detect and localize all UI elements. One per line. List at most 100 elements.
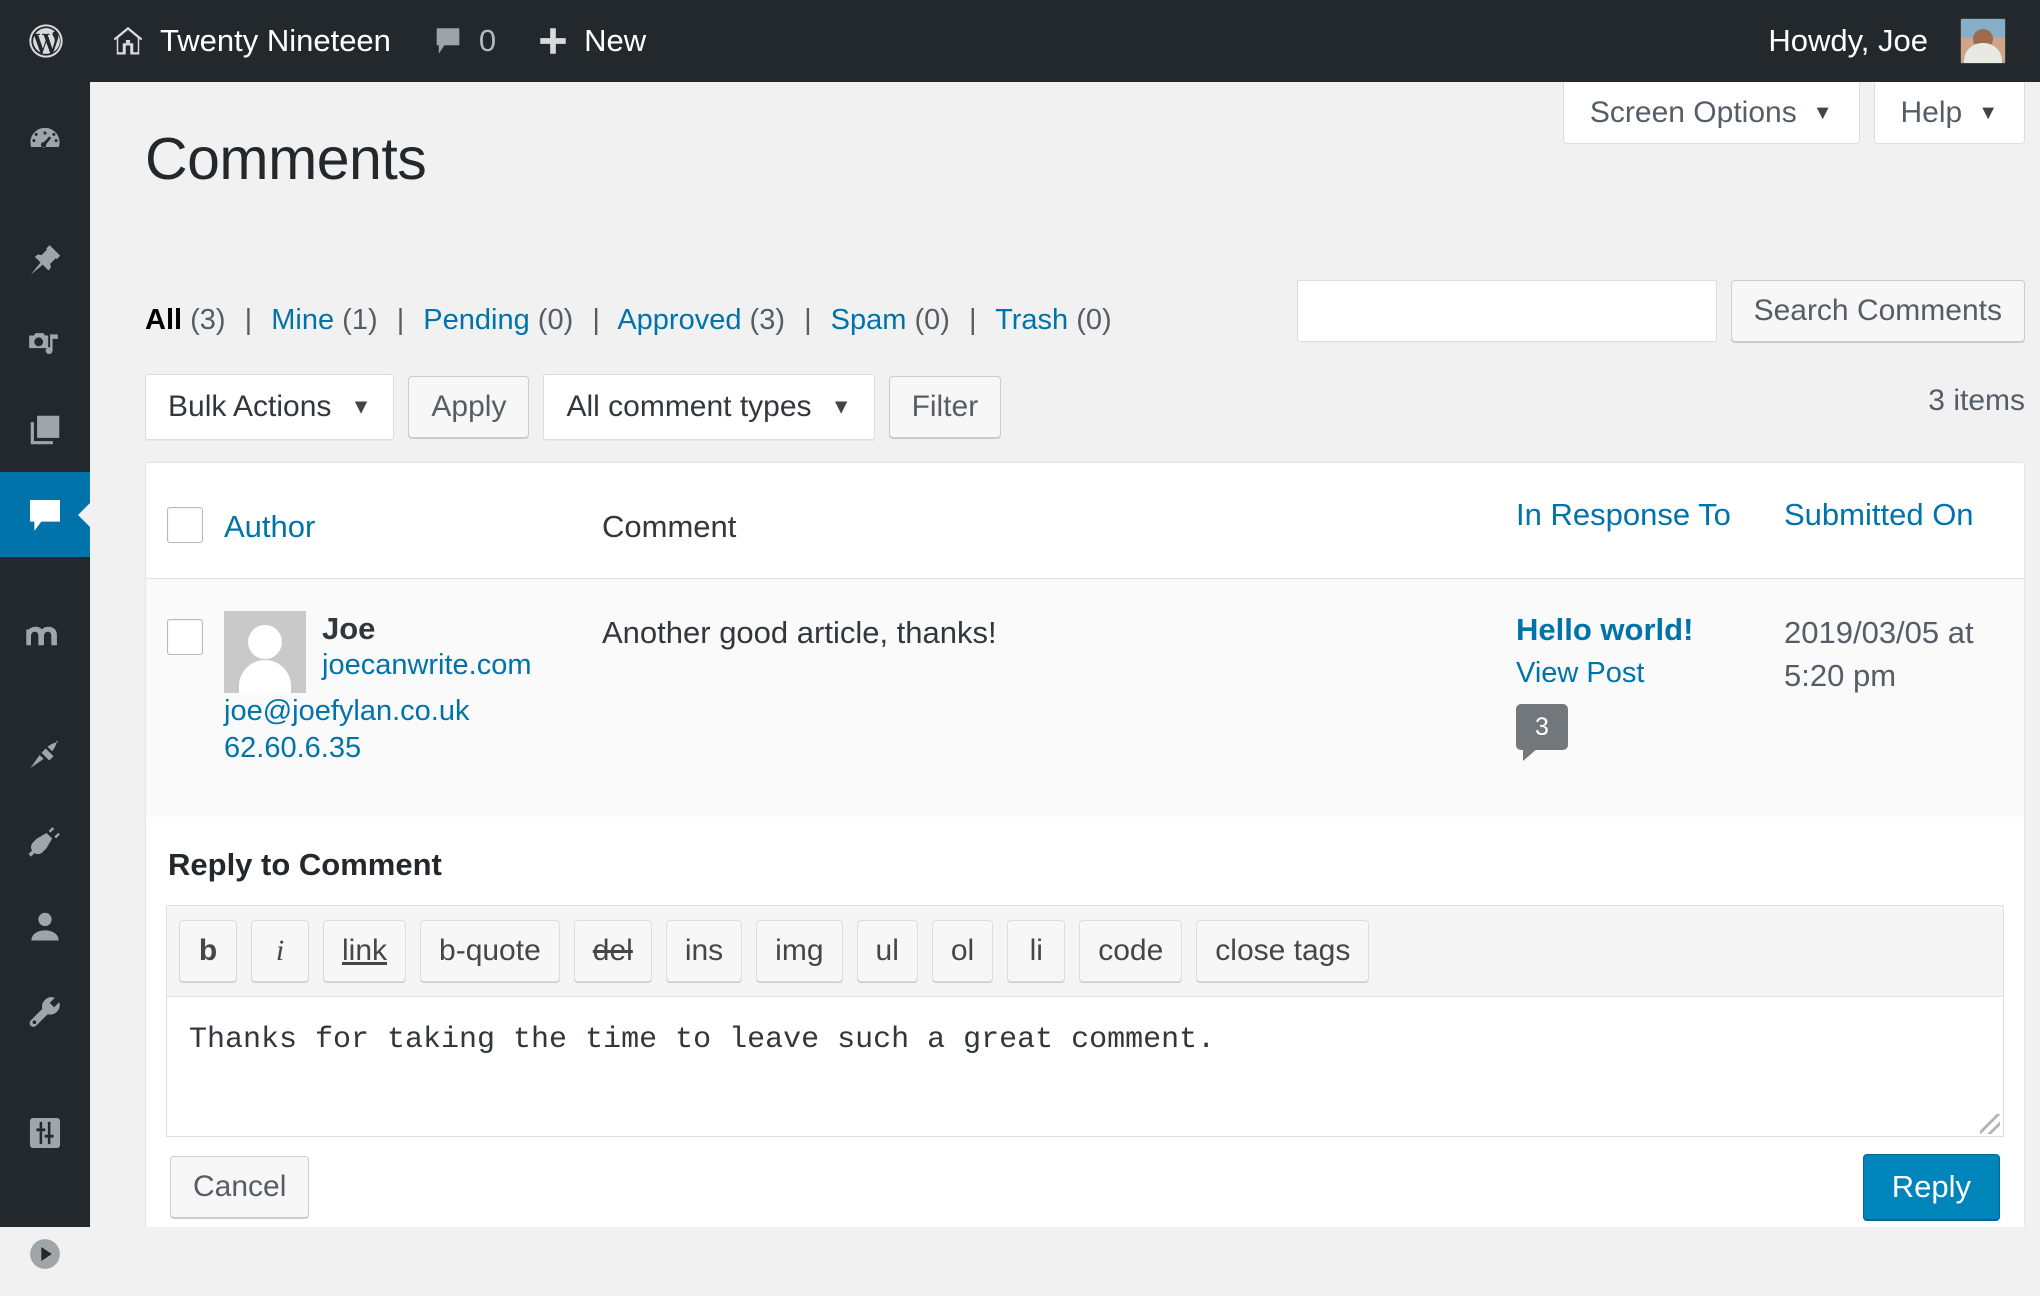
author-avatar bbox=[224, 611, 306, 693]
filter-count-pending: (0) bbox=[537, 304, 574, 336]
post-comment-count-bubble[interactable]: 3 bbox=[1516, 704, 1568, 762]
quicktag-bquote-button[interactable]: b-quote bbox=[420, 920, 560, 982]
chevron-down-icon: ▼ bbox=[1978, 101, 1998, 124]
comments-table: Author Comment In Response To Submitted … bbox=[145, 462, 2025, 844]
wrench-icon bbox=[26, 993, 64, 1031]
comment-type-select[interactable]: All comment types ▼ bbox=[543, 374, 875, 440]
main-content: Screen Options ▼ Help ▼ Comments All (3)… bbox=[90, 82, 2040, 1227]
view-post-link[interactable]: View Post bbox=[1516, 657, 1784, 690]
sidebar-item-tools[interactable] bbox=[0, 969, 90, 1054]
column-header-submitted-on[interactable]: Submitted On bbox=[1784, 497, 1974, 532]
sidebar-item-media[interactable] bbox=[0, 302, 90, 387]
letter-m-icon bbox=[24, 615, 66, 657]
quicktag-img-button[interactable]: img bbox=[756, 920, 843, 982]
sidebar-item-posts[interactable] bbox=[0, 217, 90, 302]
filter-link-trash[interactable]: Trash bbox=[995, 304, 1068, 336]
sidebar-item-comments[interactable] bbox=[0, 472, 90, 557]
reply-textarea[interactable] bbox=[167, 997, 2003, 1136]
filter-link-all[interactable]: All bbox=[145, 304, 182, 336]
filter-link-mine[interactable]: Mine bbox=[271, 304, 334, 336]
quicktag-ul-button[interactable]: ul bbox=[856, 920, 918, 982]
new-content-button[interactable]: New bbox=[516, 0, 666, 82]
pages-stack-icon bbox=[26, 411, 64, 449]
quicktag-close-tags-button[interactable]: close tags bbox=[1196, 920, 1370, 982]
quicktag-link-button[interactable]: link bbox=[323, 920, 407, 982]
plug-icon bbox=[26, 823, 64, 861]
filter-button[interactable]: Filter bbox=[888, 376, 1002, 438]
select-all-cell bbox=[146, 463, 224, 578]
filter-separator: | bbox=[244, 304, 253, 336]
reply-actions: Cancel Reply bbox=[146, 1128, 2024, 1227]
admin-sidebar-menu bbox=[0, 82, 90, 1269]
comments-count: 0 bbox=[478, 23, 497, 58]
bulk-actions-select[interactable]: Bulk Actions ▼ bbox=[145, 374, 395, 440]
sidebar-item-collapse-menu[interactable] bbox=[0, 1211, 90, 1296]
account-menu[interactable]: Howdy, Joe bbox=[1748, 0, 2026, 82]
author-email-link[interactable]: joe@joefylan.co.uk bbox=[224, 693, 602, 730]
filter-link-approved[interactable]: Approved bbox=[617, 304, 741, 336]
comment-bubble-icon bbox=[25, 495, 65, 535]
author-website-link[interactable]: joecanwrite.com bbox=[322, 647, 602, 685]
filter-count-spam: (0) bbox=[914, 304, 950, 336]
author-ip-link[interactable]: 62.60.6.35 bbox=[224, 730, 602, 767]
sidebar-item-dashboard[interactable] bbox=[0, 96, 90, 181]
screen-meta-links: Screen Options ▼ Help ▼ bbox=[1562, 82, 2025, 144]
sidebar-item-users[interactable] bbox=[0, 884, 90, 969]
sidebar-item-monsterinsights[interactable] bbox=[0, 593, 90, 678]
search-comments-button[interactable]: Search Comments bbox=[1730, 280, 2025, 342]
screen-options-label: Screen Options bbox=[1589, 95, 1797, 129]
column-header-comment-cell: Comment bbox=[602, 463, 1516, 578]
cancel-button[interactable]: Cancel bbox=[170, 1156, 310, 1218]
table-row: Joe joecanwrite.com joe@joefylan.co.uk 6… bbox=[146, 579, 2024, 843]
comment-text: Another good article, thanks! bbox=[602, 615, 997, 650]
select-all-checkbox[interactable] bbox=[167, 507, 203, 543]
table-header-row: Author Comment In Response To Submitted … bbox=[146, 463, 2024, 579]
filter-link-all-wrap: All (3) bbox=[145, 304, 226, 336]
filter-link-approved-wrap: Approved (3) bbox=[617, 304, 785, 336]
reply-submit-button[interactable]: Reply bbox=[1862, 1154, 2000, 1220]
quicktag-li-button[interactable]: li bbox=[1007, 920, 1066, 982]
wordpress-logo-icon bbox=[26, 21, 66, 61]
reply-to-comment-panel: Reply to Comment b i link b-quote del in… bbox=[145, 817, 2025, 1227]
quicktag-italic-button[interactable]: i bbox=[251, 920, 309, 982]
sidebar-item-plugins[interactable] bbox=[0, 799, 90, 884]
column-header-in-response-to[interactable]: In Response To bbox=[1516, 497, 1731, 532]
site-name-button[interactable]: Twenty Nineteen bbox=[90, 0, 411, 82]
submitted-on-cell: 2019/03/05 at 5:20 pm bbox=[1784, 579, 2024, 843]
quicktag-ins-button[interactable]: ins bbox=[665, 920, 743, 982]
items-count: 3 items bbox=[1928, 384, 2025, 417]
filter-link-pending-wrap: Pending (0) bbox=[423, 304, 573, 336]
chevron-down-icon: ▼ bbox=[1812, 101, 1833, 124]
quicktag-bold-button[interactable]: b bbox=[179, 920, 237, 982]
response-post-link[interactable]: Hello world! bbox=[1516, 611, 1784, 648]
play-circle-icon bbox=[26, 1235, 64, 1273]
filter-link-spam[interactable]: Spam bbox=[831, 304, 907, 336]
sidebar-item-pages[interactable] bbox=[0, 387, 90, 472]
screen-options-button[interactable]: Screen Options ▼ bbox=[1562, 82, 1860, 144]
admin-bar: Twenty Nineteen 0 New Howdy, Joe bbox=[0, 0, 2040, 82]
filter-link-pending[interactable]: Pending bbox=[423, 304, 529, 336]
apply-button[interactable]: Apply bbox=[408, 376, 530, 438]
filter-separator: | bbox=[396, 304, 405, 336]
sidebar-item-appearance[interactable] bbox=[0, 714, 90, 799]
paintbrush-icon bbox=[26, 738, 64, 776]
row-checkbox[interactable] bbox=[167, 619, 203, 655]
quicktag-del-button[interactable]: del bbox=[573, 920, 652, 982]
quicktag-ol-button[interactable]: ol bbox=[931, 920, 994, 982]
comment-cell: Another good article, thanks! bbox=[602, 579, 1516, 843]
search-input[interactable] bbox=[1296, 280, 1717, 342]
wordpress-logo-button[interactable] bbox=[0, 0, 90, 82]
avatar bbox=[1960, 18, 2006, 64]
comment-status-filter-links: All (3) | Mine (1) | Pending (0) | Appro… bbox=[145, 304, 1112, 337]
chevron-down-icon: ▼ bbox=[350, 395, 372, 419]
reply-textarea-wrapper bbox=[166, 997, 2004, 1137]
column-header-author[interactable]: Author bbox=[224, 509, 315, 544]
filter-count-trash: (0) bbox=[1076, 304, 1112, 336]
sliders-icon bbox=[26, 1114, 64, 1152]
quicktag-code-button[interactable]: code bbox=[1079, 920, 1183, 982]
comment-type-label: All comment types bbox=[566, 390, 812, 423]
help-button[interactable]: Help ▼ bbox=[1873, 82, 2025, 144]
reply-heading: Reply to Comment bbox=[168, 847, 442, 882]
comments-bubble-button[interactable]: 0 bbox=[411, 0, 516, 82]
sidebar-item-settings[interactable] bbox=[0, 1090, 90, 1175]
